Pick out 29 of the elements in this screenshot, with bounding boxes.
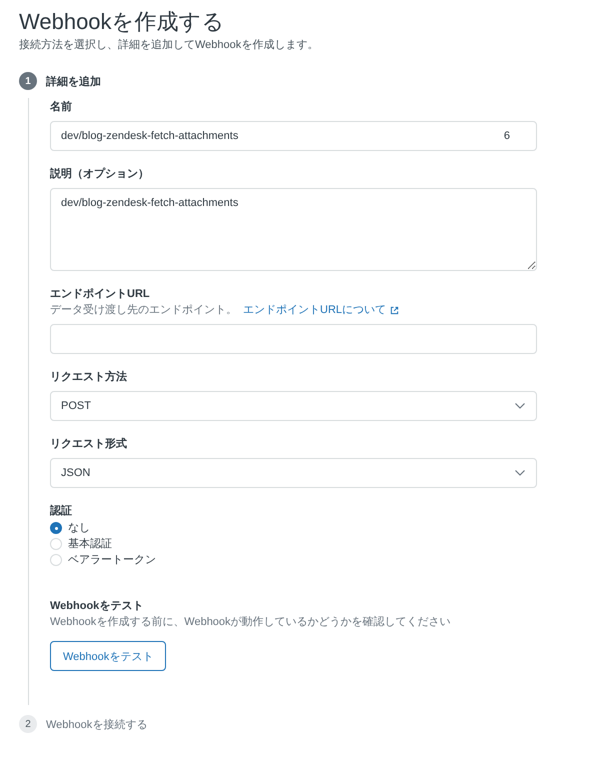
step-title: 詳細を追加: [46, 74, 101, 88]
character-counter: 6: [504, 129, 510, 143]
hint-text: データ受け渡し先のエンドポイント。: [50, 303, 237, 317]
step-number: 1: [19, 72, 37, 90]
radio-label[interactable]: ベアラートークン: [68, 553, 156, 567]
field-label: 名前: [50, 100, 72, 114]
chevron-down-icon: [515, 403, 525, 409]
chevron-down-icon: [515, 470, 525, 476]
page-subtitle: 接続方法を選択し、詳細を追加してWebhookを作成します。: [19, 38, 318, 52]
radio-label[interactable]: なし: [68, 521, 90, 535]
textarea-input[interactable]: dev/blog-zendesk-fetch-attachments: [50, 188, 537, 271]
step-title: Webhookを接続する: [46, 718, 148, 732]
field-label: リクエスト方法: [50, 370, 127, 384]
step-number: 2: [19, 715, 37, 733]
radio-label[interactable]: 基本認証: [68, 537, 112, 551]
help-link[interactable]: エンドポイントURLについて: [243, 303, 400, 317]
field-label: エンドポイントURL: [50, 287, 150, 301]
dropdown-select[interactable]: POST: [50, 391, 537, 421]
dropdown-select[interactable]: JSON: [50, 458, 537, 488]
section-title: Webhookをテスト: [50, 599, 144, 613]
field-label: 認証: [50, 504, 72, 518]
external-link-icon: [390, 306, 400, 314]
page-title: Webhookを作成する: [19, 8, 225, 36]
radio-button[interactable]: [50, 522, 62, 534]
test-webhook-button[interactable]: Webhookをテスト: [50, 641, 166, 671]
text-input[interactable]: [50, 324, 537, 354]
section-description: Webhookを作成する前に、Webhookが動作しているかどうかを確認してください: [50, 615, 451, 629]
field-label: リクエスト形式: [50, 437, 127, 451]
field-label: 説明（オプション）: [50, 167, 149, 181]
